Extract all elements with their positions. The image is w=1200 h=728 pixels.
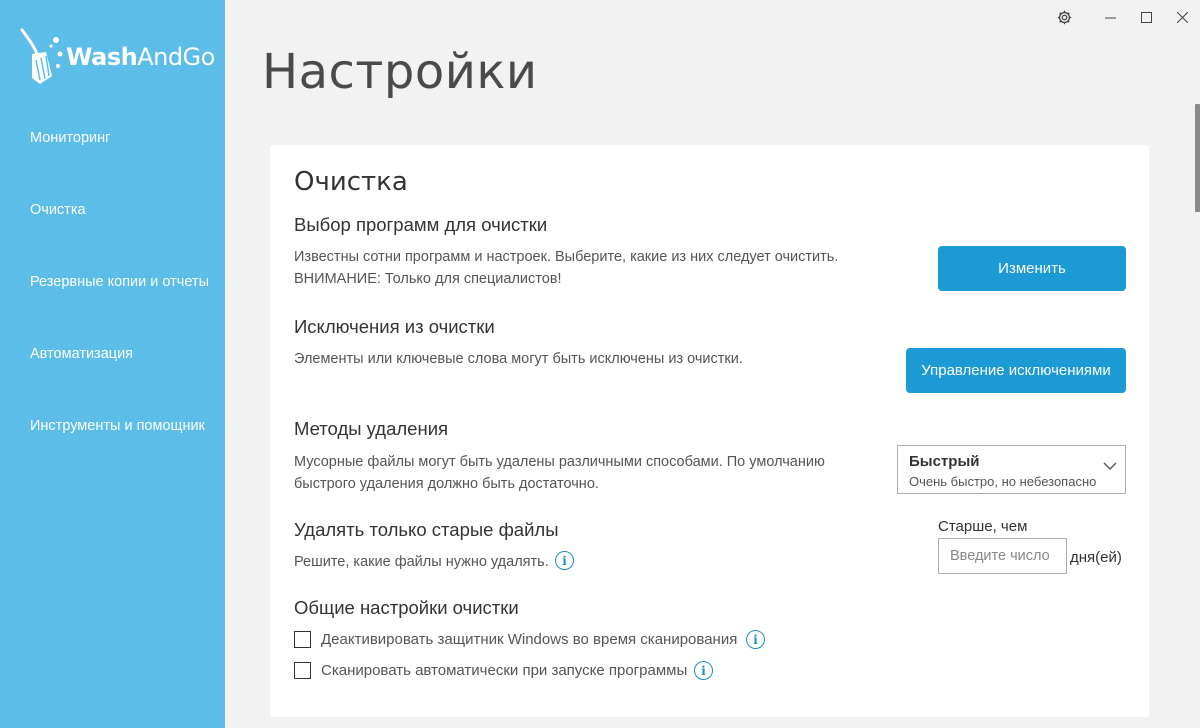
disable-defender-info-icon[interactable]: i bbox=[746, 630, 765, 649]
exclusions-description: Элементы или ключевые слова могут быть и… bbox=[294, 351, 743, 367]
broom-logo-icon bbox=[20, 28, 63, 84]
page-title: Настройки bbox=[262, 44, 538, 100]
manage-exclusions-button[interactable]: Управление исключениями bbox=[906, 348, 1126, 393]
deletion-methods-desc-line1: Мусорные файлы могут быть удалены различ… bbox=[294, 454, 825, 470]
days-unit-label: дня(ей) bbox=[1070, 549, 1122, 566]
old-files-description: Решите, какие файлы нужно удалять. bbox=[294, 554, 549, 570]
gear-icon bbox=[1057, 10, 1071, 24]
sidebar-item-backups-reports[interactable]: Резервные копии и отчеты bbox=[0, 246, 225, 318]
sidebar-item-monitoring[interactable]: Мониторинг bbox=[0, 102, 225, 174]
close-button[interactable] bbox=[1164, 0, 1200, 34]
program-selection-description: Известны сотни программ и настроек. Выбе… bbox=[294, 246, 838, 290]
checkbox-row-auto-scan: Сканировать автоматически при запуске пр… bbox=[294, 662, 687, 679]
days-number-input[interactable] bbox=[938, 538, 1067, 574]
exclusions-title: Исключения из очистки bbox=[294, 316, 495, 337]
deletion-methods-title: Методы удаления bbox=[294, 418, 449, 439]
minimize-icon bbox=[1104, 17, 1116, 18]
sidebar: WashAndGo Мониторинг Очистка Резервные к… bbox=[0, 0, 225, 728]
deletion-method-dropdown[interactable]: Быстрый Очень быстро, но небезопасно bbox=[897, 445, 1126, 494]
minimize-button[interactable] bbox=[1092, 0, 1128, 34]
disable-defender-checkbox[interactable] bbox=[294, 631, 311, 648]
window-controls bbox=[1046, 0, 1200, 34]
sidebar-item-cleaning[interactable]: Очистка bbox=[0, 174, 225, 246]
old-files-title: Удалять только старые файлы bbox=[294, 519, 559, 540]
card-title: Очистка bbox=[294, 167, 408, 197]
auto-scan-checkbox[interactable] bbox=[294, 662, 311, 679]
program-selection-title: Выбор программ для очистки bbox=[294, 214, 548, 235]
deletion-methods-description: Мусорные файлы могут быть удалены различ… bbox=[294, 451, 825, 495]
old-files-info-icon[interactable]: i bbox=[555, 551, 574, 570]
close-icon bbox=[1176, 11, 1188, 23]
disable-defender-label: Деактивировать защитник Windows во время… bbox=[321, 631, 738, 648]
logo-text: WashAndGo bbox=[66, 43, 215, 71]
auto-scan-info-icon[interactable]: i bbox=[694, 661, 713, 680]
maximize-button[interactable] bbox=[1128, 0, 1164, 34]
older-than-label: Старше, чем bbox=[938, 518, 1028, 535]
program-selection-desc-line2: ВНИМАНИЕ: Только для специалистов! bbox=[294, 271, 562, 287]
general-settings-title: Общие настройки очистки bbox=[294, 597, 519, 618]
dropdown-selected-description: Очень быстро, но небезопасно bbox=[909, 474, 1097, 489]
sidebar-item-tools-helper[interactable]: Инструменты и помощник bbox=[0, 390, 225, 462]
settings-button[interactable] bbox=[1046, 0, 1082, 34]
change-programs-button[interactable]: Изменить bbox=[938, 246, 1126, 291]
checkbox-row-disable-defender: Деактивировать защитник Windows во время… bbox=[294, 631, 737, 648]
deletion-methods-desc-line2: быстрого удаления должно быть достаточно… bbox=[294, 476, 599, 492]
app-logo: WashAndGo bbox=[18, 26, 215, 88]
dropdown-selected-value: Быстрый bbox=[909, 453, 980, 470]
cleaning-settings-card: Очистка Выбор программ для очистки Извес… bbox=[270, 145, 1149, 717]
sidebar-nav: Мониторинг Очистка Резервные копии и отч… bbox=[0, 102, 225, 462]
chevron-down-icon bbox=[1103, 462, 1117, 470]
scrollbar[interactable] bbox=[1195, 104, 1200, 212]
sidebar-item-automation[interactable]: Автоматизация bbox=[0, 318, 225, 390]
maximize-icon bbox=[1140, 11, 1152, 23]
auto-scan-label: Сканировать автоматически при запуске пр… bbox=[321, 662, 688, 679]
program-selection-desc-line1: Известны сотни программ и настроек. Выбе… bbox=[294, 249, 839, 265]
